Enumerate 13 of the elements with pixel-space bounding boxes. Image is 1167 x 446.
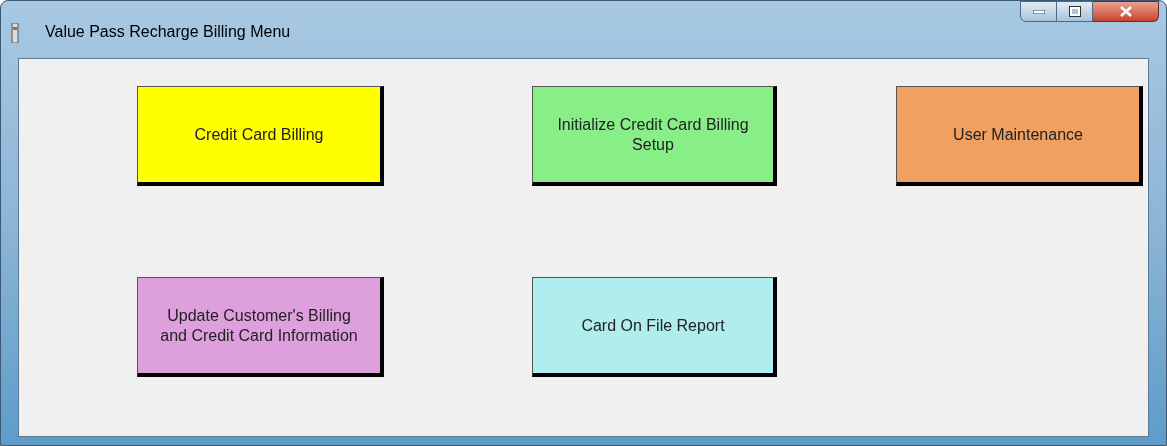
close-button[interactable] (1093, 1, 1159, 22)
minimize-icon (1032, 9, 1045, 14)
menu-button[interactable]: Update Customer's Billing and Credit Card Information (137, 277, 384, 377)
menu-button[interactable]: Card On File Report (532, 277, 777, 377)
window-title: Value Pass Recharge Billing Menu (45, 22, 291, 42)
minimize-button[interactable] (1020, 1, 1057, 22)
maximize-icon (1068, 6, 1081, 17)
app-icon (10, 23, 20, 43)
menu-button[interactable]: Initialize Credit Card Billing Setup (532, 86, 777, 186)
menu-button[interactable]: Credit Card Billing (137, 86, 384, 186)
menu-button[interactable]: User Maintenance (896, 86, 1143, 186)
close-icon (1119, 6, 1132, 17)
maximize-button[interactable] (1057, 1, 1093, 22)
